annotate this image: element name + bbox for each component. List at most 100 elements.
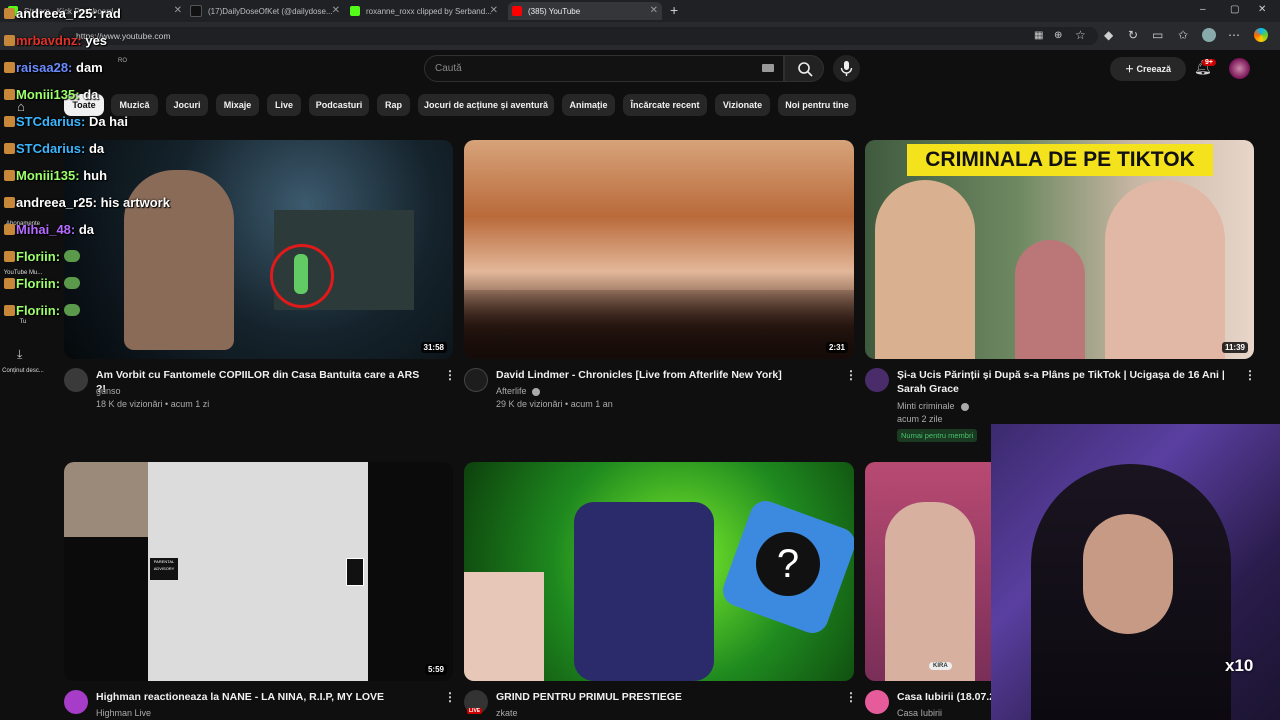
chat-message: STCdarius: da bbox=[4, 141, 104, 156]
chip-rap[interactable]: Rap bbox=[377, 94, 410, 116]
chat-username: mrbavdnz: bbox=[16, 33, 82, 48]
video-title[interactable]: Casa Iubirii (18.07.2 bbox=[897, 690, 997, 704]
chip-vizionate[interactable]: Vizionate bbox=[715, 94, 770, 116]
sidebar-item-downloads[interactable]: Conținut desc... bbox=[0, 368, 46, 374]
video-thumbnail[interactable]: 31:58 bbox=[64, 140, 453, 359]
video-title[interactable]: Highman reactioneaza la NANE - LA NINA, … bbox=[96, 690, 426, 704]
chat-badge-icon bbox=[4, 170, 15, 181]
chat-badge-icon bbox=[4, 35, 15, 46]
close-icon[interactable]: ✕ bbox=[332, 5, 340, 16]
video-thumbnail[interactable]: 2:31 bbox=[464, 140, 854, 359]
account-avatar[interactable] bbox=[1229, 58, 1250, 79]
channel-name[interactable]: zkate bbox=[496, 707, 518, 720]
chip-jocuri[interactable]: Jocuri bbox=[166, 94, 208, 116]
chat-username: Floriin: bbox=[16, 303, 61, 318]
plus-icon: ＋ bbox=[1124, 64, 1137, 74]
tab-title: (385) YouTube bbox=[528, 6, 581, 16]
download-icon[interactable]: ⤓ bbox=[17, 348, 22, 360]
browser-tab-clip[interactable]: roxanne_roxx clipped by Serband... ✕ bbox=[350, 2, 502, 20]
chip-mixaje[interactable]: Mixaje bbox=[216, 94, 259, 116]
more-options-icon[interactable]: ⋮ bbox=[444, 690, 456, 704]
chip-animatie[interactable]: Animație bbox=[562, 94, 615, 116]
chat-message: mrbavdnz: yes bbox=[4, 33, 107, 48]
more-options-icon[interactable]: ⋮ bbox=[444, 368, 456, 382]
verified-icon bbox=[961, 403, 969, 411]
chat-text: yes bbox=[81, 33, 108, 48]
menu-dots-icon[interactable]: ⋯ bbox=[1228, 29, 1240, 41]
video-title[interactable]: GRIND PENTRU PRIMUL PRESTIEGE bbox=[496, 690, 826, 704]
search-input[interactable]: Caută bbox=[424, 55, 784, 82]
voice-search-button[interactable] bbox=[833, 55, 860, 82]
chip-noi-pentru-tine[interactable]: Noi pentru tine bbox=[778, 94, 856, 116]
create-button[interactable]: ＋ Creează bbox=[1110, 57, 1186, 81]
favorites-icon[interactable]: ✩ bbox=[1178, 29, 1188, 41]
chat-badge-icon bbox=[4, 89, 15, 100]
address-bar[interactable]: https://www.youtube.com bbox=[58, 27, 1098, 45]
more-options-icon[interactable]: ⋮ bbox=[1244, 368, 1256, 382]
chat-message: andreea_r25: his artwork bbox=[4, 195, 170, 210]
chat-badge-icon bbox=[4, 278, 15, 289]
profile-avatar[interactable] bbox=[1202, 28, 1216, 42]
frog-emote-icon bbox=[64, 250, 81, 262]
chip-live[interactable]: Live bbox=[267, 94, 301, 116]
more-options-icon[interactable]: ⋮ bbox=[845, 690, 857, 704]
video-title[interactable]: Am Vorbit cu Fantomele COPIILOR din Casa… bbox=[96, 368, 426, 396]
chat-username: raisaa28: bbox=[16, 60, 73, 75]
video-title[interactable]: David Lindmer - Chronicles [Live from Af… bbox=[496, 368, 826, 382]
channel-name[interactable]: gunso bbox=[96, 385, 121, 398]
app-icon[interactable]: ▦ bbox=[1034, 30, 1043, 42]
channel-name[interactable]: Highman Live bbox=[96, 707, 151, 720]
copilot-icon[interactable] bbox=[1254, 28, 1268, 42]
bookmark-star-icon[interactable]: ☆ bbox=[1075, 29, 1086, 41]
channel-name[interactable]: Minti criminale bbox=[897, 400, 955, 413]
split-icon[interactable]: ▭ bbox=[1152, 29, 1163, 41]
channel-avatar[interactable] bbox=[64, 690, 88, 714]
chat-message: Moniii135: huh bbox=[4, 168, 107, 183]
keyboard-icon[interactable] bbox=[762, 64, 774, 72]
video-duration: 31:58 bbox=[420, 342, 447, 353]
video-duration: 11:39 bbox=[1221, 342, 1248, 353]
video-title[interactable]: Și-a Ucis Părinții și După s-a Plâns pe … bbox=[897, 368, 1227, 396]
chat-message: Moniii135: da bbox=[4, 87, 98, 102]
extension-icon[interactable]: ◆ bbox=[1104, 29, 1113, 41]
refresh-extension-icon[interactable]: ↻ bbox=[1128, 29, 1138, 41]
close-icon[interactable]: ✕ bbox=[490, 5, 498, 16]
chip-jocuri-actiune[interactable]: Jocuri de acțiune și aventură bbox=[418, 94, 554, 116]
chat-username: Moniii135: bbox=[16, 87, 80, 102]
home-icon[interactable]: ⌂ bbox=[17, 100, 25, 113]
chip-incarcate-recent[interactable]: Încărcate recent bbox=[623, 94, 707, 116]
parental-advisory-label: PARENTAL ADVISORY bbox=[150, 558, 178, 580]
chip-podcasturi[interactable]: Podcasturi bbox=[309, 94, 369, 116]
browser-tab-tiktok[interactable]: (17)DailyDoseOfKet (@dailydose... ✕ bbox=[190, 2, 344, 20]
search-button[interactable] bbox=[784, 55, 824, 82]
channel-name[interactable]: Afterlife bbox=[496, 385, 527, 398]
maximize-icon[interactable]: ▢ bbox=[1230, 4, 1239, 16]
channel-name[interactable]: Casa Iubirii bbox=[897, 707, 942, 720]
window-close-icon[interactable]: ✕ bbox=[1258, 4, 1266, 16]
new-tab-icon[interactable]: + bbox=[670, 3, 678, 17]
browser-tab-youtube[interactable]: (385) YouTube ✕ bbox=[508, 2, 662, 20]
channel-avatar[interactable] bbox=[464, 368, 488, 392]
thumbnail-ghost bbox=[294, 254, 308, 294]
tab-title: (17)DailyDoseOfKet (@dailydose... bbox=[208, 6, 333, 16]
channel-avatar[interactable] bbox=[865, 368, 889, 392]
close-icon[interactable]: ✕ bbox=[174, 5, 182, 16]
video-thumbnail[interactable]: ? bbox=[464, 462, 854, 681]
chip-muzica[interactable]: Muzică bbox=[111, 94, 158, 116]
youtube-icon bbox=[512, 6, 522, 16]
chat-badge-icon bbox=[4, 8, 15, 19]
video-thumbnail[interactable]: PARENTAL ADVISORY 5:59 bbox=[64, 462, 453, 681]
more-options-icon[interactable]: ⋮ bbox=[845, 368, 857, 382]
chat-badge-icon bbox=[4, 116, 15, 127]
channel-avatar[interactable] bbox=[64, 368, 88, 392]
sidebar-item-tu[interactable]: Tu bbox=[0, 319, 46, 325]
chat-username: Moniii135: bbox=[16, 168, 80, 183]
channel-avatar[interactable] bbox=[865, 690, 889, 714]
webcam-face bbox=[1083, 514, 1173, 634]
browser-toolbar: https://www.youtube.com ▦ ⊕ ☆ ◆ ↻ ▭ ✩ ⋯ bbox=[0, 22, 1280, 50]
close-icon[interactable]: ✕ bbox=[650, 5, 658, 16]
minimize-icon[interactable]: – bbox=[1200, 4, 1206, 16]
thumbnail-crowd bbox=[464, 290, 854, 359]
video-thumbnail[interactable]: CRIMINALA DE PE TIKTOK 11:39 bbox=[865, 140, 1254, 359]
zoom-icon[interactable]: ⊕ bbox=[1054, 30, 1062, 42]
